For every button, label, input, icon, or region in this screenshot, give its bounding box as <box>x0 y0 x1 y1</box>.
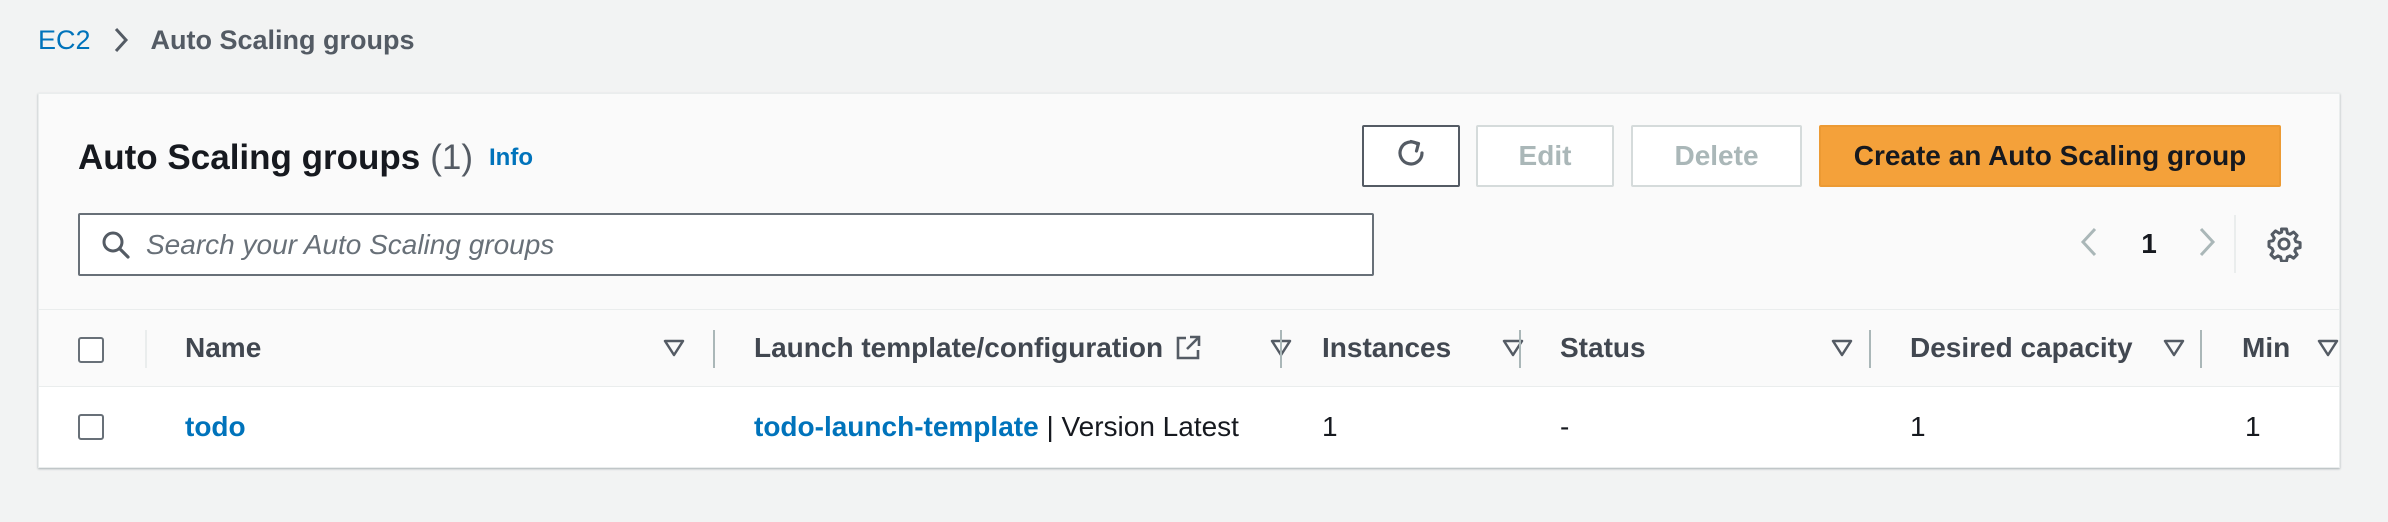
desired-capacity-cell: 1 <box>1910 411 1926 442</box>
column-resizer[interactable] <box>713 330 715 368</box>
launch-template-header-label: Launch template/configuration <box>754 332 1164 363</box>
breadcrumb: EC2 Auto Scaling groups <box>38 22 415 58</box>
row-select-checkbox[interactable] <box>78 414 104 440</box>
search-icon <box>94 223 138 267</box>
refresh-icon <box>1393 135 1429 178</box>
group-count: (1) <box>430 138 474 177</box>
search-input[interactable] <box>144 218 1348 271</box>
page-title: Auto Scaling groups (1) Info <box>78 134 533 182</box>
breadcrumb-current: Auto Scaling groups <box>150 24 415 55</box>
column-header-min[interactable]: Min <box>2242 310 2290 386</box>
sort-icon[interactable] <box>661 335 687 361</box>
panel-title-text: Auto Scaling groups <box>78 138 421 177</box>
launch-template-version: | Version Latest <box>1038 411 1239 442</box>
sort-icon[interactable] <box>2315 335 2339 361</box>
column-resizer[interactable] <box>2200 330 2202 368</box>
instances-cell: 1 <box>1322 411 1338 442</box>
auto-scaling-groups-panel: Auto Scaling groups (1) Info Edit Delete… <box>38 93 2340 468</box>
min-cell: 1 <box>2245 411 2261 442</box>
column-header-launch-template[interactable]: Launch template/configuration <box>754 310 1203 386</box>
column-header-name[interactable]: Name <box>185 310 261 386</box>
sort-icon[interactable] <box>2161 335 2187 361</box>
column-header-instances[interactable]: Instances <box>1322 310 1451 386</box>
group-name-link[interactable]: todo <box>185 387 246 467</box>
select-all-checkbox[interactable] <box>78 337 104 363</box>
column-resizer[interactable] <box>1869 330 1871 368</box>
launch-template-link[interactable]: todo-launch-template <box>754 411 1039 443</box>
sort-icon[interactable] <box>1829 335 1855 361</box>
breadcrumb-ec2-link[interactable]: EC2 <box>38 25 91 56</box>
settings-icon[interactable] <box>2259 219 2309 269</box>
search-box <box>78 213 1374 276</box>
column-resizer[interactable] <box>1280 330 1282 368</box>
launch-template-cell: todo-launch-template | Version Latest <box>754 387 1239 467</box>
column-header-status[interactable]: Status <box>1560 310 1646 386</box>
sort-icon[interactable] <box>1500 335 1526 361</box>
delete-button[interactable]: Delete <box>1631 125 1802 187</box>
create-auto-scaling-group-button[interactable]: Create an Auto Scaling group <box>1819 125 2281 187</box>
next-page-button[interactable] <box>2187 219 2227 269</box>
edit-button[interactable]: Edit <box>1476 125 1614 187</box>
column-resizer[interactable] <box>1519 330 1521 368</box>
column-header-desired-capacity[interactable]: Desired capacity <box>1910 310 2133 386</box>
chevron-right-icon <box>101 22 141 58</box>
table-header: Name Launch template/configuration Insta… <box>39 309 2339 387</box>
info-link[interactable]: Info <box>489 144 533 172</box>
external-link-icon[interactable] <box>1173 333 1203 363</box>
pagination-divider <box>2234 215 2236 273</box>
previous-page-button[interactable] <box>2069 219 2109 269</box>
table-row[interactable]: todo todo-launch-template | Version Late… <box>39 387 2339 467</box>
chevron-left-icon <box>2080 226 2098 263</box>
refresh-button[interactable] <box>1362 125 1460 187</box>
status-cell: - <box>1560 411 1570 442</box>
chevron-right-icon <box>2198 226 2216 263</box>
current-page-number[interactable]: 1 <box>2129 219 2169 269</box>
column-separator <box>145 330 147 368</box>
